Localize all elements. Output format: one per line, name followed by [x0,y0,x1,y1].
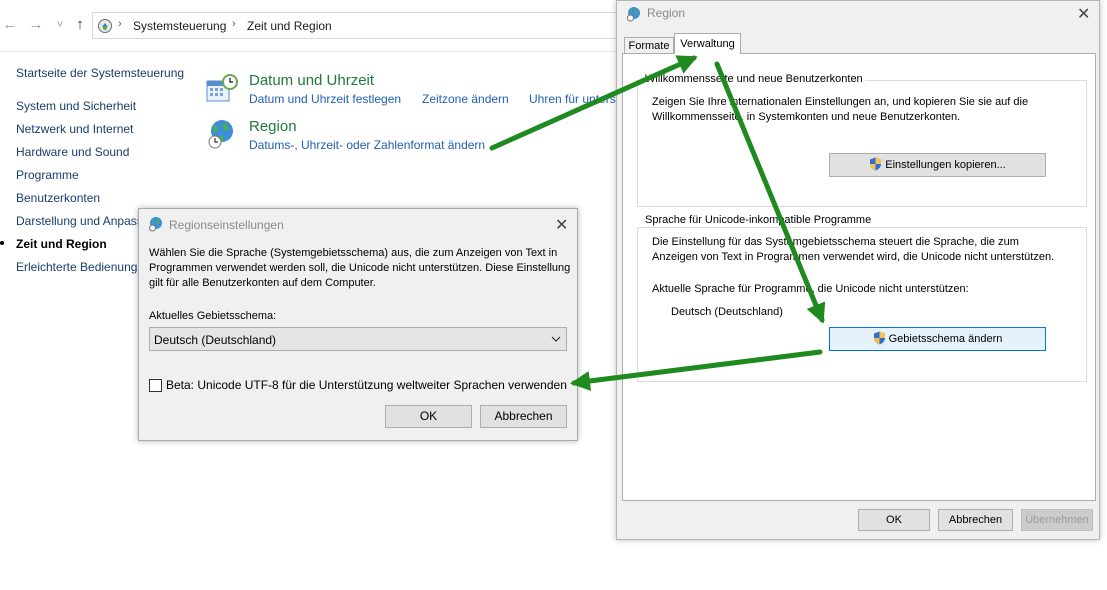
current-language-label: Aktuelle Sprache für Programme, die Unic… [652,283,969,295]
close-icon[interactable]: ✕ [1077,4,1090,24]
region-ok-button[interactable]: OK [858,509,930,531]
locale-select[interactable]: Deutsch (Deutschland) [149,327,567,351]
recent-locations-chevron-icon[interactable]: ˅ [52,16,68,34]
region-settings-cancel-button[interactable]: Abbrechen [480,405,567,428]
utf8-beta-checkbox[interactable] [149,379,162,392]
sidebar-item-accessibility[interactable]: Erleichterte Bedienung [16,260,137,274]
region-cancel-button[interactable]: Abbrechen [938,509,1013,531]
sidebar-item-time-region[interactable]: Zeit und Region [16,237,107,251]
breadcrumb-separator-icon: › [232,18,236,30]
tab-panel-verwaltung: Willkommensseite und neue Benutzerkonten… [622,53,1096,501]
category-region-title[interactable]: Region [249,118,297,135]
copy-settings-button[interactable]: Einstellungen kopieren... [829,153,1046,177]
sidebar-item-system[interactable]: System und Sicherheit [16,99,136,113]
region-settings-title: Regionseinstellungen [169,218,284,232]
address-box[interactable]: › Systemsteuerung › Zeit und Region [92,12,622,39]
uac-shield-icon [870,157,882,171]
tab-formate[interactable]: Formate [624,37,674,54]
sidebar-item-network[interactable]: Netzwerk und Internet [16,122,133,136]
close-icon[interactable]: ✕ [555,215,568,235]
breadcrumb-systemsteuerung[interactable]: Systemsteuerung [133,19,226,33]
link-format-aendern[interactable]: Datums-, Uhrzeit- oder Zahlenformat ände… [249,138,485,152]
region-dialog: Region ✕ Formate Verwaltung Willkommenss… [616,0,1100,540]
region-globe-clock-icon[interactable] [206,118,238,150]
breadcrumb-separator-icon: › [118,18,122,30]
region-apply-button[interactable]: Übernehmen [1021,509,1093,531]
sidebar-item-hardware[interactable]: Hardware und Sound [16,145,129,159]
region-globe-icon [149,217,162,232]
chevron-down-icon [551,336,561,342]
sidebar-item-accounts[interactable]: Benutzerkonten [16,191,100,205]
utf8-beta-label: Beta: Unicode UTF-8 für die Unterstützun… [166,378,567,392]
sidebar-item-home[interactable]: Startseite der Systemsteuerung [16,66,184,80]
link-datum-uhrzeit-festlegen[interactable]: Datum und Uhrzeit festlegen [249,92,401,106]
up-button[interactable]: ↑ [72,16,88,34]
tab-verwaltung[interactable]: Verwaltung [674,33,741,54]
calendar-clock-icon[interactable] [206,73,238,105]
group-unicode-label: Sprache für Unicode-inkompatible Program… [643,214,874,226]
divider [0,51,620,52]
region-dialog-title: Region [647,6,686,20]
link-uhren-hinzufuegen[interactable]: Uhren für unterschiedliche Zeitzonen hin… [529,92,619,106]
control-panel-icon [98,19,112,33]
forward-button[interactable]: → [28,16,44,34]
locale-label: Aktuelles Gebietsschema: [149,310,277,322]
group-welcome-label: Willkommensseite und neue Benutzerkonten [643,73,865,85]
unicode-description: Die Einstellung für das Systemgebietssch… [652,236,1055,263]
category-datum-uhrzeit-title[interactable]: Datum und Uhrzeit [249,72,374,89]
change-locale-button[interactable]: Gebietsschema ändern [829,327,1046,351]
locale-select-value: Deutsch (Deutschland) [154,333,277,347]
uac-shield-icon [873,331,885,345]
sidebar-item-programs[interactable]: Programme [16,168,79,182]
active-indicator-icon [0,241,4,245]
region-settings-ok-button[interactable]: OK [385,405,472,428]
current-language-value: Deutsch (Deutschland) [671,306,783,318]
region-globe-icon [627,7,640,22]
region-settings-description: Wählen Sie die Sprache (Systemgebietssch… [149,247,571,289]
breadcrumb-zeit-und-region[interactable]: Zeit und Region [247,19,332,33]
copy-settings-label: Einstellungen kopieren... [885,159,1006,171]
welcome-description: Zeigen Sie Ihre internationalen Einstell… [652,96,1029,123]
region-settings-dialog: Regionseinstellungen ✕ Wählen Sie die Sp… [138,208,578,441]
back-button[interactable]: ← [2,16,18,34]
link-zeitzone-aendern[interactable]: Zeitzone ändern [422,92,509,106]
change-locale-label: Gebietsschema ändern [888,333,1003,345]
